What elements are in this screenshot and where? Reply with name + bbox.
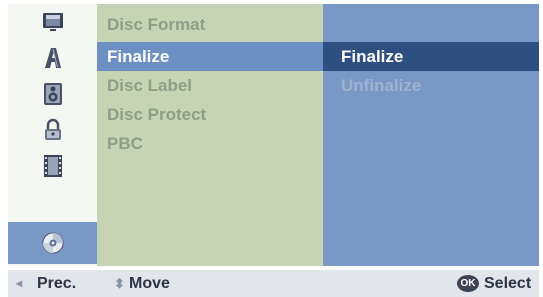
category-tv[interactable] (8, 4, 97, 40)
menu-item-disc-protect[interactable]: Disc Protect (97, 100, 323, 129)
category-icon-column (8, 4, 97, 266)
category-recording[interactable] (8, 148, 97, 184)
select-hint-label: Select (484, 275, 532, 292)
letter-a-icon (42, 46, 64, 70)
submenu-item-finalize[interactable]: Finalize (323, 42, 539, 71)
lock-icon (42, 118, 64, 142)
prev-arrow-icon: ◂ (16, 276, 23, 290)
menu-item-finalize[interactable]: Finalize (97, 42, 323, 71)
category-audio[interactable] (8, 76, 97, 112)
finalize-submenu: Finalize Unfinalize (323, 4, 539, 266)
menu-item-pbc[interactable]: PBC (97, 129, 323, 158)
category-lock[interactable] (8, 112, 97, 148)
prev-hint-label: Prec. (37, 275, 77, 292)
submenu-item-unfinalize[interactable]: Unfinalize (323, 71, 539, 100)
ok-button-icon: OK (457, 275, 479, 292)
menu-item-disc-format[interactable]: Disc Format (97, 10, 323, 39)
move-hint-label: Move (129, 275, 170, 292)
category-disc[interactable] (8, 222, 97, 264)
tv-icon (42, 10, 64, 34)
disc-settings-menu: Disc Format Finalize Disc Label Disc Pro… (97, 4, 323, 266)
help-bar: ◂ Prec. ⬍ Move OK Select (8, 270, 539, 297)
up-down-arrow-icon: ⬍ (114, 276, 125, 291)
disc-icon (41, 231, 64, 255)
film-icon (42, 154, 64, 178)
speaker-icon (42, 82, 64, 106)
category-language[interactable] (8, 40, 97, 76)
settings-panel: Disc Format Finalize Disc Label Disc Pro… (8, 4, 539, 266)
menu-item-disc-label[interactable]: Disc Label (97, 71, 323, 100)
